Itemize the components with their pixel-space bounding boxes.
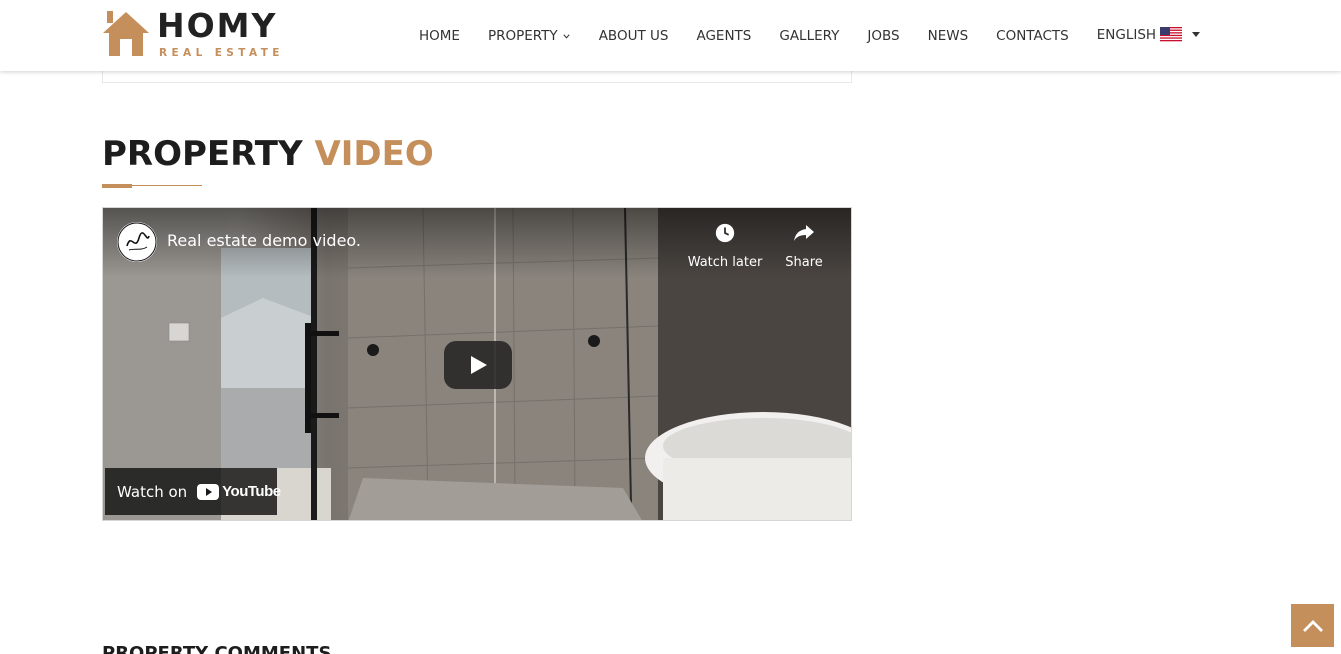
back-to-top-button[interactable] [1291,604,1334,647]
channel-logo-icon [117,222,157,262]
property-comments-title: PROPERTY COMMENTS [102,643,332,654]
brand-name: HOMY [157,6,278,45]
video-title[interactable]: Real estate demo video. [167,231,361,250]
section-title-main: PROPERTY [102,134,303,174]
youtube-logo: YouTube [197,483,281,500]
channel-avatar[interactable] [117,222,157,262]
watch-later-button[interactable]: Watch later [685,222,765,270]
watch-on-label: Watch on [117,482,188,501]
caret-down-icon [1192,32,1201,37]
nav-item-property[interactable]: PROPERTY [488,27,571,44]
nav-item-agents[interactable]: AGENTS [696,27,751,44]
language-selector[interactable]: ENGLISH [1096,26,1201,43]
nav-item-home[interactable]: HOME [419,27,460,44]
watch-on-youtube-button[interactable]: Watch on YouTube [105,468,281,515]
play-button[interactable] [444,341,512,389]
nav-item-jobs[interactable]: JOBS [867,27,899,44]
chevron-up-icon [1302,619,1323,632]
site-logo[interactable]: HOMY REAL ESTATE [101,6,291,61]
youtube-wordmark: YouTube [222,483,281,500]
chevron-down-icon [563,33,570,39]
nav-item-about-us[interactable]: ABOUT US [599,27,669,44]
clock-icon [715,223,735,243]
section-title-accent: VIDEO [314,134,434,174]
share-arrow-icon [794,225,814,241]
language-label: ENGLISH [1096,26,1157,43]
watch-later-label: Watch later [687,255,763,270]
section-title: PROPERTY VIDEO [102,133,434,175]
share-label: Share [785,255,823,270]
youtube-play-icon [197,483,220,500]
house-logo-icon [103,11,149,56]
nav-item-gallery[interactable]: GALLERY [779,27,839,44]
title-underline [102,184,202,188]
site-header: HOMY REAL ESTATE HOME PROPERTY ABOUT US … [0,0,1341,71]
share-button[interactable]: Share [764,222,844,270]
us-flag-icon [1160,27,1183,42]
brand-tagline: REAL ESTATE [159,47,284,59]
nav-item-contacts[interactable]: CONTACTS [996,27,1069,44]
main-nav: HOME PROPERTY ABOUT US AGENTS GALLERY JO… [405,0,1214,71]
video-player[interactable]: Real estate demo video. Watch later Shar… [102,207,852,521]
nav-item-label: PROPERTY [487,28,558,44]
nav-item-news[interactable]: NEWS [928,27,969,44]
play-icon [471,356,487,374]
